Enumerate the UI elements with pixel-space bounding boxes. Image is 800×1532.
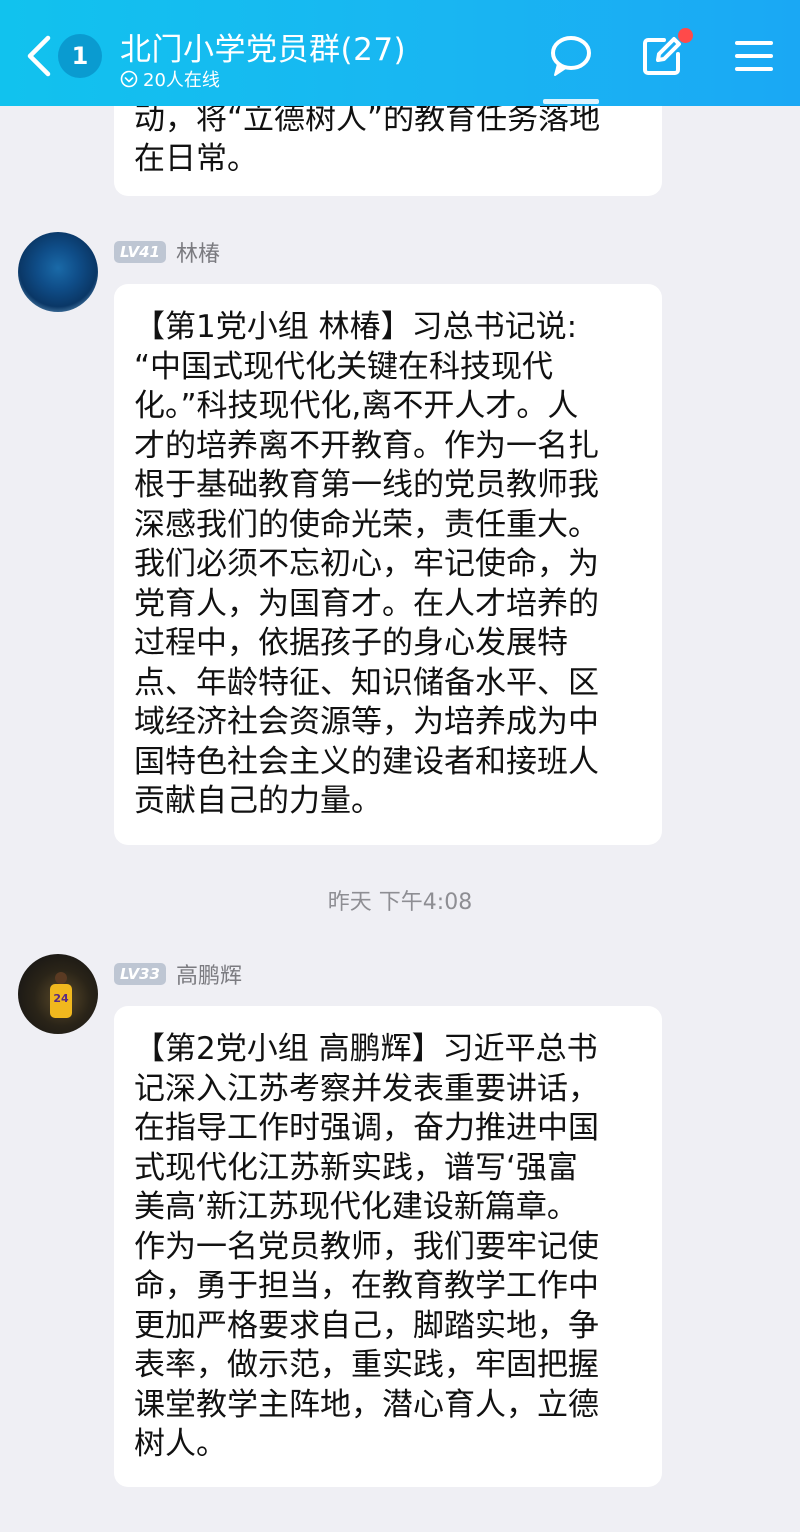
message-line: 课堂教学主阵地，潜心育人，立德 bbox=[134, 1386, 599, 1423]
sender-name[interactable]: 林椿 bbox=[176, 236, 220, 268]
menu-icon[interactable] bbox=[730, 32, 778, 80]
message-line: “中国式现代化关键在科技现代 bbox=[134, 348, 554, 385]
message-line: 域经济社会资源等，为培养成为中 bbox=[134, 704, 599, 740]
sender-name[interactable]: 高鹏辉 bbox=[176, 958, 242, 990]
message-line: 【第1党小组 林椿】习总书记说: bbox=[134, 309, 578, 345]
avatar-figure bbox=[55, 972, 67, 984]
message-line: 记深入江苏考察并发表重要讲话， bbox=[134, 1070, 599, 1107]
avatar[interactable] bbox=[18, 232, 98, 312]
message-line: 化。”科技现代化,离不开人才。人 bbox=[134, 388, 579, 424]
active-tab-indicator bbox=[543, 99, 599, 104]
online-status-icon bbox=[120, 70, 138, 88]
message-line: 在日常。 bbox=[134, 140, 258, 177]
notification-dot bbox=[678, 28, 693, 43]
sender-info: LV33 高鹏辉 bbox=[114, 958, 242, 990]
message-line: 作为一名党员教师，我们要牢记使 bbox=[134, 1228, 599, 1265]
message-line: 深感我们的使命光荣，责任重大。 bbox=[134, 506, 599, 543]
message-line: 【第2党小组 高鹏辉】习近平总书 bbox=[134, 1031, 598, 1067]
message-line: 根于基础教育第一线的党员教师我 bbox=[134, 467, 599, 503]
header-bar: 1 北门小学党员群(27) 20人在线 bbox=[0, 0, 800, 106]
online-count: 20人在线 bbox=[143, 70, 220, 91]
chat-title[interactable]: 北门小学党员群(27) bbox=[120, 24, 406, 69]
message-line: 式现代化江苏新实践，谱写‘强富 bbox=[134, 1149, 578, 1186]
level-badge: LV41 bbox=[114, 241, 166, 263]
chat-bubble-icon[interactable] bbox=[547, 32, 595, 80]
avatar[interactable]: 24 bbox=[18, 954, 98, 1034]
avatar-jersey: 24 bbox=[50, 984, 72, 1018]
message-line: 点、年龄特征、知识储备水平、区 bbox=[134, 664, 599, 701]
message-line: 在指导工作时强调，奋力推进中国 bbox=[134, 1110, 599, 1146]
level-badge: LV33 bbox=[114, 963, 166, 985]
timestamp: 昨天 下午4:08 bbox=[327, 890, 473, 915]
message-line: 贡献自己的力量。 bbox=[134, 783, 382, 819]
message-line: 表率，做示范，重实践，牢固把握 bbox=[134, 1347, 599, 1383]
message-line: 党育人，为国育才。在人才培养的 bbox=[134, 585, 599, 622]
online-status[interactable]: 20人在线 bbox=[120, 66, 220, 92]
message-line: 才的培养离不开教育。作为一名扎 bbox=[134, 427, 599, 464]
message-bubble[interactable]: 【第2党小组 高鹏辉】习近平总书 记深入江苏考察并发表重要讲话， 在指导工作时强… bbox=[114, 1006, 662, 1487]
message-line: 我们必须不忘初心，牢记使命，为 bbox=[134, 546, 599, 582]
message-bubble[interactable]: 【第1党小组 林椿】习总书记说: “中国式现代化关键在科技现代 化。”科技现代化… bbox=[114, 284, 662, 845]
message-line: 更加严格要求自己，脚踏实地，争 bbox=[134, 1307, 599, 1344]
message-line: 过程中，依据孩子的身心发展特 bbox=[134, 625, 568, 661]
back-button[interactable] bbox=[24, 34, 54, 78]
unread-count-badge[interactable]: 1 bbox=[58, 34, 102, 78]
message-line: 美高’新江苏现代化建设新篇章。 bbox=[134, 1189, 578, 1225]
back-icon bbox=[27, 35, 51, 77]
sender-info: LV41 林椿 bbox=[114, 236, 220, 268]
message-line: 命，勇于担当，在教育教学工作中 bbox=[134, 1268, 599, 1304]
message-line: 树人。 bbox=[134, 1426, 227, 1462]
message-line: 国特色社会主义的建设者和接班人 bbox=[134, 743, 599, 780]
